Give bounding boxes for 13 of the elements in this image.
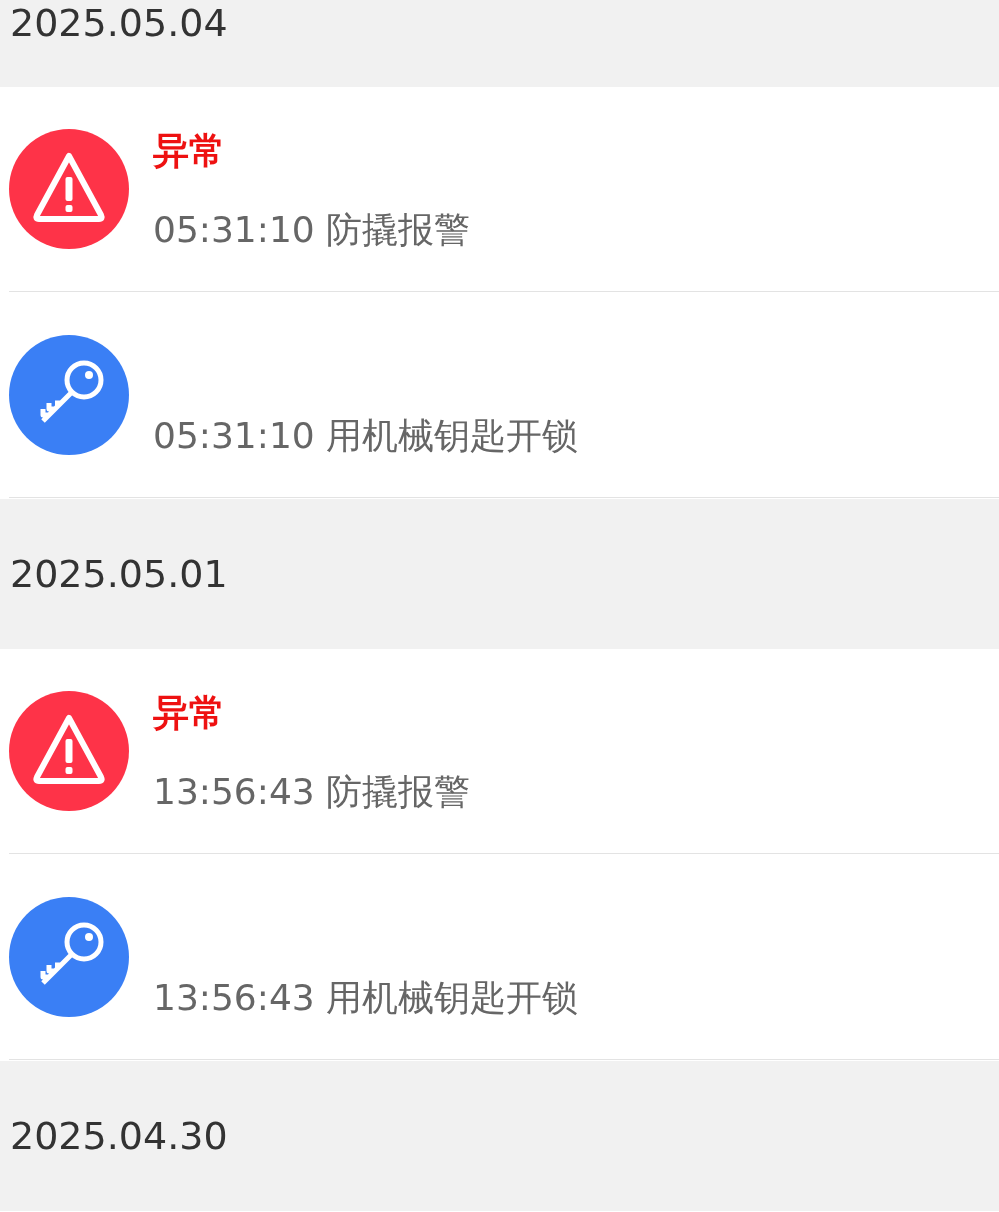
abnormal-label: 异常 <box>153 691 225 735</box>
date-header: 2025.04.30 <box>10 1113 228 1159</box>
date-header: 2025.05.04 <box>10 1 228 45</box>
event-text: 13:56:43 防撬报警 <box>153 770 471 814</box>
key-icon <box>9 897 129 1017</box>
event-text: 13:56:43 用机械钥匙开锁 <box>153 976 579 1020</box>
event-text: 05:31:10 防撬报警 <box>153 208 471 252</box>
abnormal-label: 异常 <box>153 129 225 173</box>
key-icon <box>9 335 129 455</box>
warning-icon <box>9 129 129 249</box>
warning-icon <box>9 691 129 811</box>
date-header: 2025.05.01 <box>10 551 228 597</box>
event-text: 05:31:10 用机械钥匙开锁 <box>153 414 579 458</box>
